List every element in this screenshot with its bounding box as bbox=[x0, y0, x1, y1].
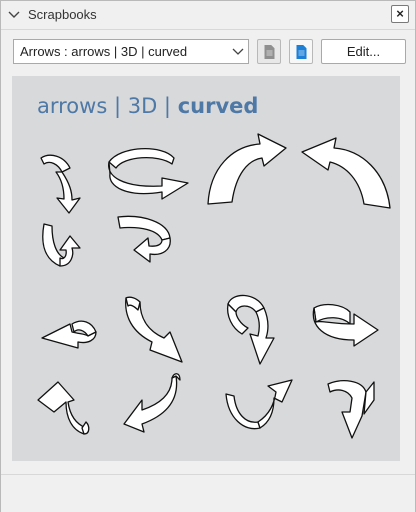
panel-titlebar: Scrapbooks × bbox=[1, 1, 415, 30]
curved-3d-arrow-up-right-hook[interactable] bbox=[327, 380, 375, 439]
curved-3d-arrow-circle-right[interactable] bbox=[108, 147, 189, 200]
scrapbooks-panel: Scrapbooks × Arrows : arrows | 3D | curv… bbox=[0, 0, 416, 512]
scrapbook-canvas: arrows | 3D | curved bbox=[12, 76, 400, 461]
document-icon bbox=[264, 45, 275, 59]
edit-button[interactable]: Edit... bbox=[321, 39, 406, 64]
panel-title: Scrapbooks bbox=[28, 7, 97, 22]
scrapbook-select-value: Arrows : arrows | 3D | curved bbox=[20, 44, 188, 59]
chevron-down-icon[interactable] bbox=[8, 9, 20, 21]
curved-3d-arrow-ribbon-right[interactable] bbox=[312, 303, 379, 347]
curved-3d-arrow-left[interactable] bbox=[41, 320, 97, 349]
chevron-down-icon bbox=[232, 48, 244, 55]
curved-3d-arrow-up-right[interactable] bbox=[42, 223, 81, 267]
document-view-button[interactable] bbox=[289, 39, 313, 64]
curved-arrow-big-up-left[interactable] bbox=[301, 137, 391, 209]
curved-3d-arrow-up-left-small[interactable] bbox=[37, 381, 90, 435]
arrow-thumbnails bbox=[37, 133, 391, 439]
curved-arrow-big-up-right[interactable] bbox=[207, 133, 287, 205]
curved-3d-arrow-down-left-long[interactable] bbox=[123, 373, 181, 433]
curved-3d-arrow-up-right-bowl[interactable] bbox=[225, 379, 293, 430]
close-button[interactable]: × bbox=[391, 5, 409, 23]
curved-3d-arrow-down-right[interactable] bbox=[125, 296, 183, 363]
curved-3d-arrow-down[interactable] bbox=[40, 154, 81, 214]
document-icon bbox=[296, 45, 307, 59]
scrapbook-select[interactable]: Arrows : arrows | 3D | curved bbox=[13, 39, 249, 64]
curved-3d-arrow-ribbon-down[interactable] bbox=[226, 294, 275, 365]
panel-footer bbox=[1, 474, 415, 512]
scrapbook-toolbar: Arrows : arrows | 3D | curved Edit... bbox=[1, 37, 415, 67]
new-document-button[interactable] bbox=[257, 39, 281, 64]
curved-3d-arrow-down-left[interactable] bbox=[117, 215, 171, 263]
